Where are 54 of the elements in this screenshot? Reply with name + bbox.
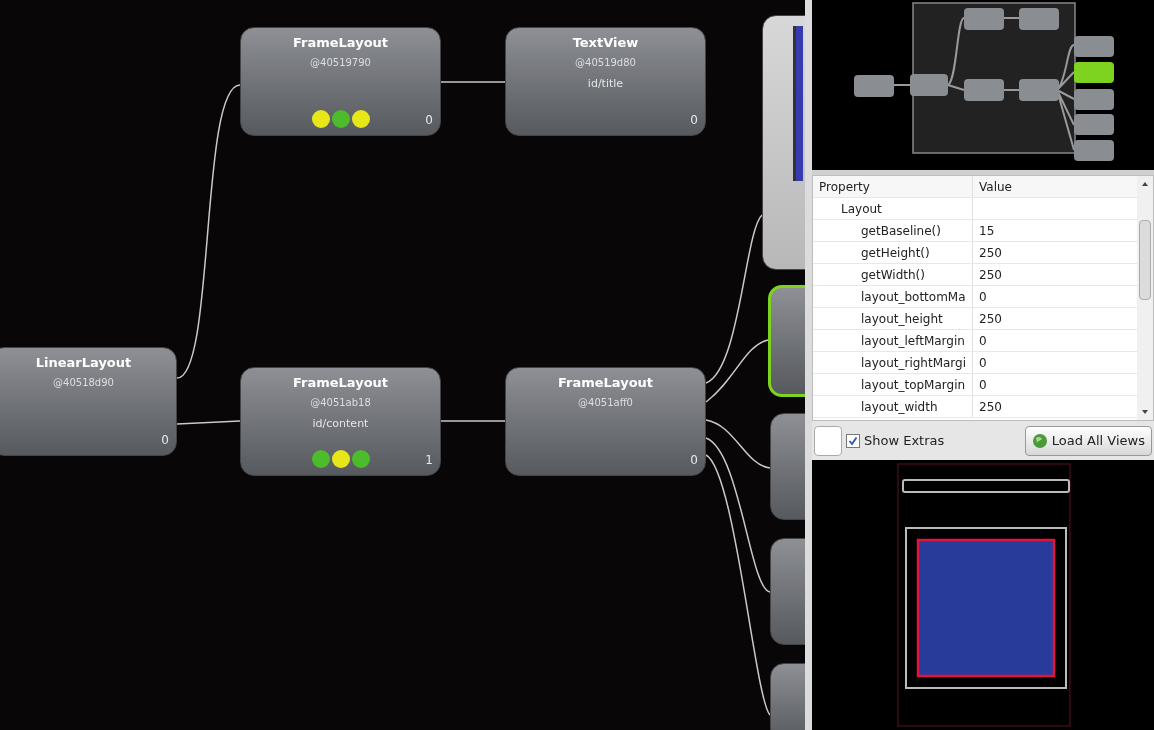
connector-line [176,420,241,425]
property-value: 0 [979,377,987,392]
property-name: getWidth() [861,266,925,284]
checkbox-label[interactable]: Show Extras [864,430,945,451]
node-address: @4051ab18 [310,395,371,410]
property-name: layout_bottomMa [861,288,966,306]
view-node[interactable]: TextView @40519d80 id/title 0 [505,27,706,136]
node-address: @40518d90 [53,375,114,390]
property-name: Layout [841,200,882,218]
view-node[interactable]: FrameLayout @4051ab18 id/content 1 [240,367,441,476]
property-name: getBaseline() [861,222,941,240]
node-address: @40519790 [310,55,371,70]
node-title: LinearLayout [35,354,132,372]
node-title: FrameLayout [292,34,389,52]
child-count: 0 [161,432,169,449]
column-header[interactable]: Value [979,179,1012,194]
property-name: layout_topMargin [861,376,966,394]
child-count: 0 [690,112,698,129]
property-value: 0 [979,355,987,370]
child-count: 1 [425,452,433,469]
node-id: id/content [312,415,369,432]
property-value: 250 [979,245,1002,260]
property-value: 15 [979,223,995,238]
connector-line [440,81,506,83]
property-name: layout_width [861,398,938,416]
view-node[interactable]: LinearLayout @40518d90 0 [0,347,177,456]
property-name: layout_leftMargin [861,332,965,350]
property-value: 250 [979,311,1002,326]
view-node[interactable] [762,15,805,270]
property-name: layout_rightMargi [861,354,967,372]
column-header[interactable]: Property [819,177,870,196]
property-value: 250 [979,267,1002,282]
view-node[interactable]: FrameLayout @40519790 0 [240,27,441,136]
view-node[interactable]: FrameLayout @4051aff0 0 [505,367,706,476]
node-title: TextView [572,34,639,52]
property-value: 0 [979,333,987,348]
property-name: getHeight() [861,244,930,262]
property-value: 250 [979,399,1002,414]
child-count: 0 [425,112,433,129]
child-count: 0 [690,452,698,469]
node-title: FrameLayout [292,374,389,392]
node-address: @4051aff0 [578,395,633,410]
load-all-views-button[interactable]: Load All Views [1024,425,1152,456]
node-id: id/title [587,75,624,92]
checkbox[interactable] [846,433,860,448]
property-name: layout_height [861,310,943,328]
scroll-down-icon[interactable] [1142,410,1148,414]
connector-line [440,420,506,422]
property-value: 0 [979,289,987,304]
node-title: FrameLayout [557,374,654,392]
globe-icon [1031,432,1048,449]
node-address: @40519d80 [575,55,636,70]
scroll-up-icon[interactable] [1142,182,1148,186]
scrollbar-thumb[interactable] [1139,220,1151,300]
